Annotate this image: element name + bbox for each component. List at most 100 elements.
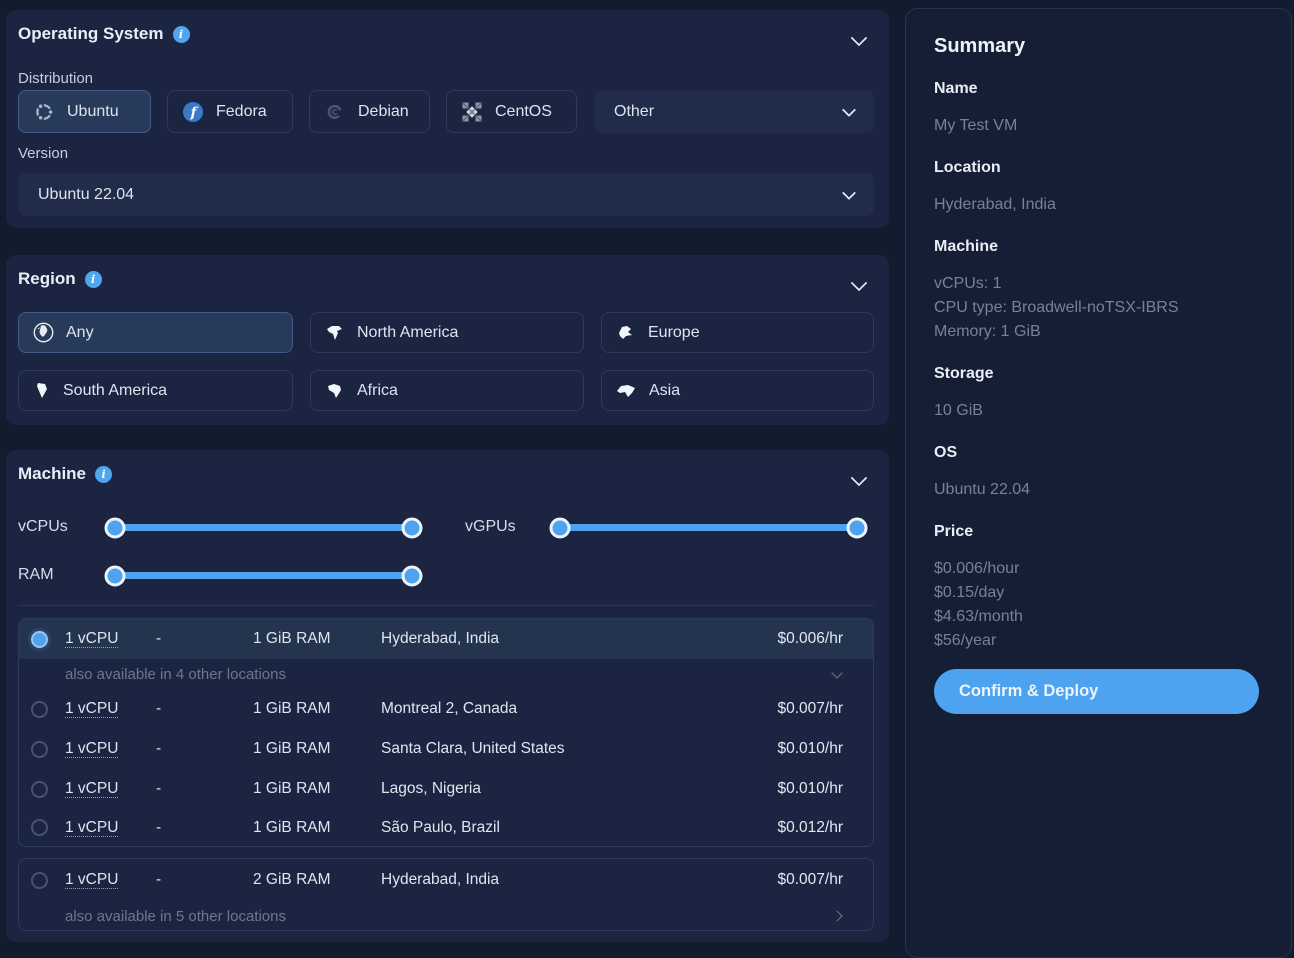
machine-option-row[interactable]: 1 vCPU - 1 GiB RAM Montreal 2, Canada $0… (19, 689, 873, 729)
region-button-any[interactable]: Any (18, 312, 293, 353)
info-icon[interactable]: i (95, 466, 112, 483)
debian-icon (324, 101, 346, 123)
ram-slider[interactable] (115, 572, 412, 579)
distro-label: Fedora (216, 103, 267, 121)
vcpus-slider[interactable] (115, 524, 412, 531)
region-button-south-america[interactable]: South America (18, 370, 293, 411)
fedora-icon: f (182, 101, 204, 123)
distro-label: Debian (358, 103, 409, 121)
machine-option-row[interactable]: 1 vCPU - 1 GiB RAM Santa Clara, United S… (19, 729, 873, 769)
ram-slider-max-handle[interactable] (402, 565, 423, 586)
summary-price-day: $0.15/day (934, 581, 1263, 605)
region-title: Region i (18, 269, 102, 289)
operating-system-title-text: Operating System (18, 24, 164, 44)
region-label: North America (357, 324, 458, 342)
summary-name-value: My Test VM (934, 114, 1263, 138)
ram-cell: 1 GiB RAM (253, 630, 381, 648)
machine-option-row[interactable]: 1 vCPU - 1 GiB RAM Lagos, Nigeria $0.010… (19, 769, 873, 809)
chevron-down-icon[interactable] (851, 275, 868, 292)
summary-price-year: $56/year (934, 629, 1263, 653)
region-label: Africa (357, 382, 398, 400)
version-select[interactable]: Ubuntu 22.04 (18, 173, 874, 216)
machine-option-row[interactable]: 1 vCPU - 1 GiB RAM Hyderabad, India $0.0… (19, 619, 873, 659)
distro-button-fedora[interactable]: f Fedora (167, 90, 293, 133)
south-america-icon (33, 381, 51, 400)
radio-icon[interactable] (31, 631, 48, 648)
summary-name-label: Name (934, 79, 1263, 99)
summary-machine-memory: Memory: 1 GiB (934, 320, 1263, 344)
region-section: Region i Any North America Europe South … (6, 255, 889, 425)
machine-section: Machine i vCPUs vGPUs RAM 1 vCPU - 1 GiB… (6, 450, 889, 942)
location-cell: São Paulo, Brazil (381, 819, 713, 837)
ubuntu-icon (33, 101, 55, 123)
summary-storage-label: Storage (934, 364, 1263, 384)
also-available-row[interactable]: also available in 4 other locations (19, 659, 873, 689)
machine-title-text: Machine (18, 464, 86, 484)
ram-cell: 1 GiB RAM (253, 819, 381, 837)
ram-cell: 1 GiB RAM (253, 780, 381, 798)
separator-cell: - (156, 700, 253, 718)
chevron-down-icon[interactable] (851, 30, 868, 47)
europe-icon (616, 324, 636, 341)
vgpus-slider-label: vGPUs (465, 518, 516, 536)
price-cell: $0.010/hr (713, 780, 843, 798)
summary-machine-cpu-type: CPU type: Broadwell-noTSX-IBRS (934, 296, 1263, 320)
vgpus-slider[interactable] (560, 524, 857, 531)
info-icon[interactable]: i (85, 271, 102, 288)
location-cell: Hyderabad, India (381, 630, 713, 648)
summary-price-hour: $0.006/hour (934, 557, 1263, 581)
ram-slider-min-handle[interactable] (105, 565, 126, 586)
region-label: South America (63, 382, 167, 400)
distro-label: Ubuntu (67, 103, 119, 121)
other-distro-select-value: Other (614, 103, 654, 121)
machine-option-row[interactable]: 1 vCPU - 1 GiB RAM São Paulo, Brazil $0.… (19, 809, 873, 846)
radio-icon[interactable] (31, 701, 48, 718)
vcpus-slider-max-handle[interactable] (402, 517, 423, 538)
other-distro-select[interactable]: Other (594, 90, 874, 133)
distro-button-centos[interactable]: CentOS (446, 90, 577, 133)
summary-storage-value: 10 GiB (934, 399, 1263, 423)
vcpu-cell: 1 vCPU (65, 630, 156, 648)
vcpu-cell: 1 vCPU (65, 819, 156, 837)
vgpus-slider-max-handle[interactable] (847, 517, 868, 538)
info-icon[interactable]: i (173, 26, 190, 43)
location-cell: Lagos, Nigeria (381, 780, 713, 798)
price-cell: $0.012/hr (713, 819, 843, 837)
also-available-row[interactable]: also available in 5 other locations (19, 901, 873, 931)
version-select-value: Ubuntu 22.04 (38, 186, 134, 204)
region-button-asia[interactable]: Asia (601, 370, 874, 411)
also-available-label: also available in 5 other locations (65, 908, 286, 925)
ram-cell: 2 GiB RAM (253, 871, 381, 889)
radio-icon[interactable] (31, 872, 48, 889)
region-button-africa[interactable]: Africa (310, 370, 584, 411)
operating-system-section: Operating System i Distribution Ubuntu f… (6, 10, 889, 228)
separator-cell: - (156, 819, 253, 837)
ram-cell: 1 GiB RAM (253, 700, 381, 718)
summary-title: Summary (934, 33, 1263, 59)
vcpus-slider-min-handle[interactable] (105, 517, 126, 538)
separator-cell: - (156, 871, 253, 889)
vcpu-cell: 1 vCPU (65, 780, 156, 798)
region-button-europe[interactable]: Europe (601, 312, 874, 353)
centos-icon (461, 101, 483, 123)
summary-machine-label: Machine (934, 237, 1263, 257)
radio-icon[interactable] (31, 741, 48, 758)
machine-option-group-1: 1 vCPU - 1 GiB RAM Hyderabad, India $0.0… (18, 618, 874, 847)
summary-machine-value: vCPUs: 1 CPU type: Broadwell-noTSX-IBRS … (934, 272, 1263, 344)
radio-icon[interactable] (31, 781, 48, 798)
confirm-deploy-button[interactable]: Confirm & Deploy (934, 669, 1259, 714)
radio-icon[interactable] (31, 819, 48, 836)
also-available-label: also available in 4 other locations (65, 666, 286, 683)
summary-price-value: $0.006/hour $0.15/day $4.63/month $56/ye… (934, 557, 1263, 653)
africa-icon (325, 382, 345, 400)
chevron-down-icon[interactable] (851, 470, 868, 487)
machine-option-row[interactable]: 1 vCPU - 2 GiB RAM Hyderabad, India $0.0… (19, 859, 873, 901)
location-cell: Montreal 2, Canada (381, 700, 713, 718)
vcpu-cell: 1 vCPU (65, 871, 156, 889)
region-button-north-america[interactable]: North America (310, 312, 584, 353)
region-label: Europe (648, 324, 700, 342)
distro-button-debian[interactable]: Debian (309, 90, 430, 133)
distro-button-ubuntu[interactable]: Ubuntu (18, 90, 151, 133)
price-cell: $0.010/hr (713, 740, 843, 758)
vgpus-slider-min-handle[interactable] (550, 517, 571, 538)
